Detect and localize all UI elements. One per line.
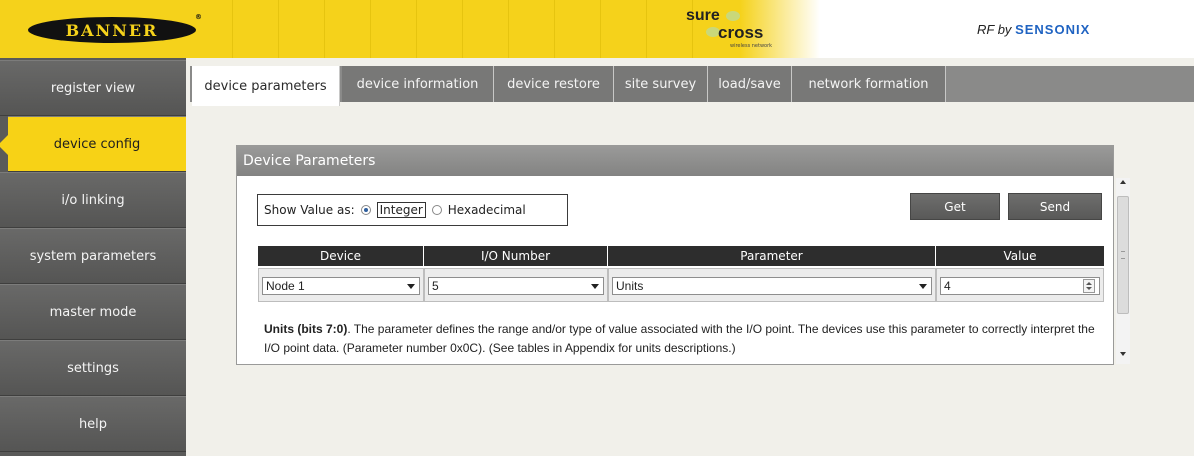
- sidebar-item-system-parameters[interactable]: system parameters: [0, 228, 186, 284]
- io-number-select-value: 5: [432, 279, 439, 293]
- description-body: . The parameter defines the range and/or…: [264, 322, 1095, 355]
- radio-integer[interactable]: [360, 205, 371, 215]
- tab-device-restore[interactable]: device restore: [494, 66, 614, 102]
- tab-label: site survey: [624, 76, 697, 92]
- header-divider: [508, 0, 509, 58]
- rf-by-text: RF by: [977, 22, 1012, 37]
- io-number-select[interactable]: 5: [428, 277, 604, 295]
- parameter-cell: Units: [608, 268, 936, 302]
- col-header-value: Value: [936, 246, 1104, 266]
- send-button[interactable]: Send: [1008, 193, 1102, 220]
- sensonix-logo: SENSONIX: [1015, 22, 1091, 37]
- parameter-select-value: Units: [616, 279, 644, 293]
- tab-label: device restore: [507, 76, 600, 92]
- header-divider: [324, 0, 325, 58]
- tab-load-save[interactable]: load/save: [708, 66, 792, 102]
- scroll-down-arrow-icon[interactable]: [1120, 352, 1126, 356]
- parameter-select[interactable]: Units: [612, 277, 932, 295]
- tab-label: load/save: [718, 76, 781, 92]
- show-value-label: Show Value as:: [264, 203, 355, 217]
- rf-by-sensonix: RF by SENSONIX: [977, 22, 1090, 37]
- sidebar-item-help[interactable]: help: [0, 396, 186, 452]
- tab-network-formation[interactable]: network formation: [792, 66, 946, 102]
- panel-title: Device Parameters: [237, 146, 1113, 176]
- value-input[interactable]: 4: [940, 277, 1100, 295]
- app-header: BANNER ® sure cross wireless network RF …: [0, 0, 1194, 58]
- chevron-down-icon: [407, 284, 415, 289]
- col-header-io-number: I/O Number: [424, 246, 608, 266]
- sidebar-item-label: master mode: [49, 304, 137, 320]
- header-divider: [600, 0, 601, 58]
- header-divider: [462, 0, 463, 58]
- parameter-description: Units (bits 7:0). The parameter defines …: [264, 320, 1104, 358]
- header-divider: [370, 0, 371, 58]
- value-cell: 4: [936, 268, 1104, 302]
- description-title: Units (bits 7:0): [264, 322, 348, 336]
- surecross-cross-text: cross: [718, 23, 764, 42]
- surecross-logo: sure cross wireless network: [680, 7, 830, 51]
- get-button[interactable]: Get: [910, 193, 1000, 220]
- radio-integer-label[interactable]: Integer: [376, 202, 426, 218]
- device-cell: Node 1: [258, 268, 424, 302]
- banner-logo: BANNER ®: [28, 13, 202, 43]
- tab-device-parameters[interactable]: device parameters: [192, 66, 340, 106]
- io-number-cell: 5: [424, 268, 608, 302]
- header-divider: [646, 0, 647, 58]
- header-divider: [416, 0, 417, 58]
- device-select-value: Node 1: [266, 279, 305, 293]
- chevron-down-icon: [919, 284, 927, 289]
- radio-hexadecimal-label[interactable]: Hexadecimal: [448, 203, 526, 217]
- sidebar-item-label: system parameters: [29, 248, 157, 264]
- show-value-group: Show Value as: Integer Hexadecimal: [257, 194, 568, 226]
- get-button-label: Get: [944, 199, 966, 214]
- surecross-tagline: wireless network: [730, 43, 773, 49]
- sidebar-item-label: register view: [50, 80, 136, 96]
- grip-icon: [1121, 251, 1125, 259]
- sidebar: register view device config i/o linking …: [0, 58, 186, 456]
- sidebar-item-settings[interactable]: settings: [0, 340, 186, 396]
- tab-label: network formation: [808, 76, 929, 92]
- chevron-down-icon: [591, 284, 599, 289]
- sidebar-item-register-view[interactable]: register view: [0, 60, 186, 116]
- tab-bar: device parameters device information dev…: [186, 58, 1194, 114]
- sidebar-item-device-config[interactable]: device config: [0, 116, 186, 172]
- banner-logo-text: BANNER: [65, 20, 159, 40]
- device-select[interactable]: Node 1: [262, 277, 420, 295]
- tab-site-survey[interactable]: site survey: [614, 66, 708, 102]
- sidebar-item-master-mode[interactable]: master mode: [0, 284, 186, 340]
- sidebar-item-label: settings: [67, 360, 119, 376]
- surecross-sure-text: sure: [686, 7, 720, 24]
- surecross-dot-icon: [726, 11, 740, 21]
- sidebar-item-label: help: [78, 416, 108, 432]
- sidebar-item-label: i/o linking: [61, 192, 125, 208]
- panel-scrollbar[interactable]: [1116, 178, 1130, 364]
- col-header-device: Device: [258, 246, 424, 266]
- scroll-up-arrow-icon[interactable]: [1120, 180, 1126, 184]
- sidebar-item-label: device config: [53, 136, 141, 152]
- tab-device-information[interactable]: device information: [342, 66, 494, 102]
- header-divider: [554, 0, 555, 58]
- scroll-thumb[interactable]: [1117, 196, 1129, 314]
- tab-label: device parameters: [204, 78, 327, 94]
- radio-hexadecimal[interactable]: [431, 205, 442, 215]
- send-button-label: Send: [1039, 199, 1071, 214]
- header-divider: [278, 0, 279, 58]
- value-stepper-icon[interactable]: [1083, 279, 1095, 293]
- header-divider: [232, 0, 233, 58]
- registered-mark: ®: [195, 13, 202, 21]
- value-input-text: 4: [944, 279, 951, 293]
- sidebar-item-io-linking[interactable]: i/o linking: [0, 172, 186, 228]
- tab-label: device information: [356, 76, 479, 92]
- col-header-parameter: Parameter: [608, 246, 936, 266]
